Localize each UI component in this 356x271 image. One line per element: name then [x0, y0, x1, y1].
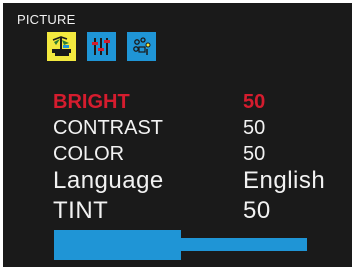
picture-icon[interactable]	[47, 32, 76, 61]
setting-value-bright: 50	[243, 91, 266, 113]
setting-value-contrast: 50	[243, 117, 266, 139]
osd-menu-panel: PICTURE BRIGHT 50 CONTRAST 50 COLOR 50 L…	[3, 3, 352, 267]
setting-value-color: 50	[243, 143, 266, 165]
setting-label-language[interactable]: Language	[53, 169, 164, 193]
menu-title: PICTURE	[17, 12, 76, 27]
setup-icon[interactable]	[127, 32, 156, 61]
setting-label-color[interactable]: COLOR	[53, 144, 124, 164]
sound-icon[interactable]	[87, 32, 116, 61]
setting-label-tint[interactable]: TINT	[53, 199, 108, 223]
setting-value-tint: 50	[243, 197, 271, 224]
level-bar-fill	[54, 230, 181, 260]
setting-label-contrast[interactable]: CONTRAST	[53, 118, 163, 138]
setting-label-bright[interactable]: BRIGHT	[53, 92, 130, 112]
setting-value-language: English	[243, 167, 326, 194]
